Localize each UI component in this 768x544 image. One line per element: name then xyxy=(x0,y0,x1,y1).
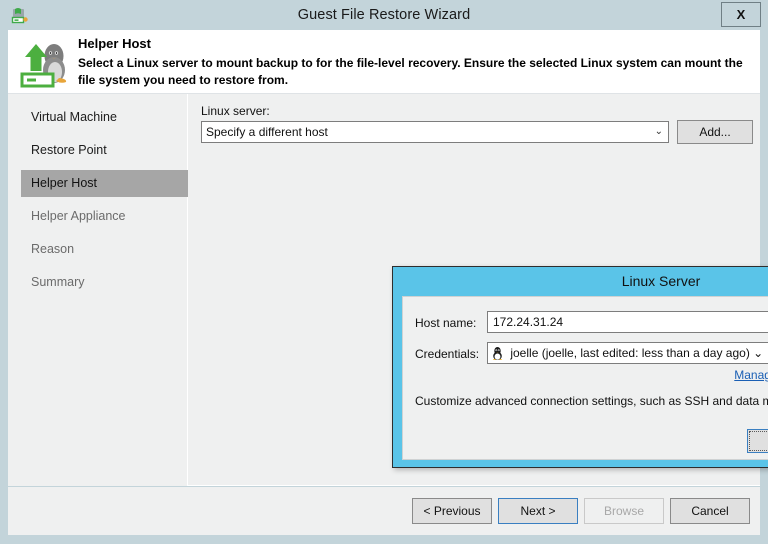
credentials-selected-value: joelle (joelle, last edited: less than a… xyxy=(510,346,750,360)
credentials-select[interactable]: joelle (joelle, last edited: less than a… xyxy=(487,342,768,364)
cancel-wizard-button[interactable]: Cancel xyxy=(670,498,750,524)
linux-server-dialog: Linux Server X Host name: 172.24.31.24 C… xyxy=(392,266,768,468)
advanced-settings-description: Customize advanced connection settings, … xyxy=(415,394,768,408)
linux-server-select[interactable]: Specify a different host ⌄ xyxy=(201,121,669,143)
window-titlebar: Guest File Restore Wizard X xyxy=(0,0,768,30)
sidebar-item-reason[interactable]: Reason xyxy=(21,236,188,263)
wizard-body: Virtual Machine Restore Point Helper Hos… xyxy=(8,94,768,486)
linux-restore-icon xyxy=(18,34,74,90)
window-close-button[interactable]: X xyxy=(721,2,761,27)
browse-button: Browse xyxy=(584,498,664,524)
host-name-label: Host name: xyxy=(415,316,477,330)
dialog-panel: Host name: 172.24.31.24 Credentials: joe… xyxy=(402,296,768,460)
dialog-title: Linux Server xyxy=(621,273,701,289)
wizard-header: Helper Host Select a Linux server to mou… xyxy=(8,30,760,94)
wizard-window: Guest File Restore Wizard X Helper Host … xyxy=(0,0,768,544)
credentials-label: Credentials: xyxy=(415,347,480,361)
manage-accounts-link[interactable]: Manage accounts xyxy=(734,368,768,382)
chevron-down-icon: ⌄ xyxy=(753,346,764,360)
wizard-content: Linux server: Specify a different host ⌄… xyxy=(189,94,768,486)
page-title: Helper Host xyxy=(78,36,151,51)
sidebar-item-helper-appliance[interactable]: Helper Appliance xyxy=(21,203,188,230)
linux-server-label: Linux server: xyxy=(201,104,270,118)
chevron-down-icon: ⌄ xyxy=(654,126,663,137)
previous-button[interactable]: < Previous xyxy=(412,498,492,524)
sidebar-item-helper-host[interactable]: Helper Host xyxy=(21,170,188,197)
sidebar-item-restore-point[interactable]: Restore Point xyxy=(21,137,188,164)
host-name-input[interactable]: 172.24.31.24 xyxy=(487,311,768,333)
linux-penguin-icon xyxy=(491,346,504,363)
add-host-button[interactable]: Add... xyxy=(677,120,753,144)
sidebar-item-summary[interactable]: Summary xyxy=(21,269,188,296)
wizard-sidebar: Virtual Machine Restore Point Helper Hos… xyxy=(8,94,188,486)
wizard-footer: < Previous Next > Browse Cancel xyxy=(8,487,760,535)
focus-ring xyxy=(749,431,768,451)
linux-server-selected-value: Specify a different host xyxy=(206,125,328,139)
next-button[interactable]: Next > xyxy=(498,498,578,524)
sidebar-item-virtual-machine[interactable]: Virtual Machine xyxy=(21,104,188,131)
window-title: Guest File Restore Wizard xyxy=(297,7,471,23)
dialog-ok-button[interactable]: OK xyxy=(747,429,768,453)
page-description: Select a Linux server to mount backup to… xyxy=(78,56,743,87)
